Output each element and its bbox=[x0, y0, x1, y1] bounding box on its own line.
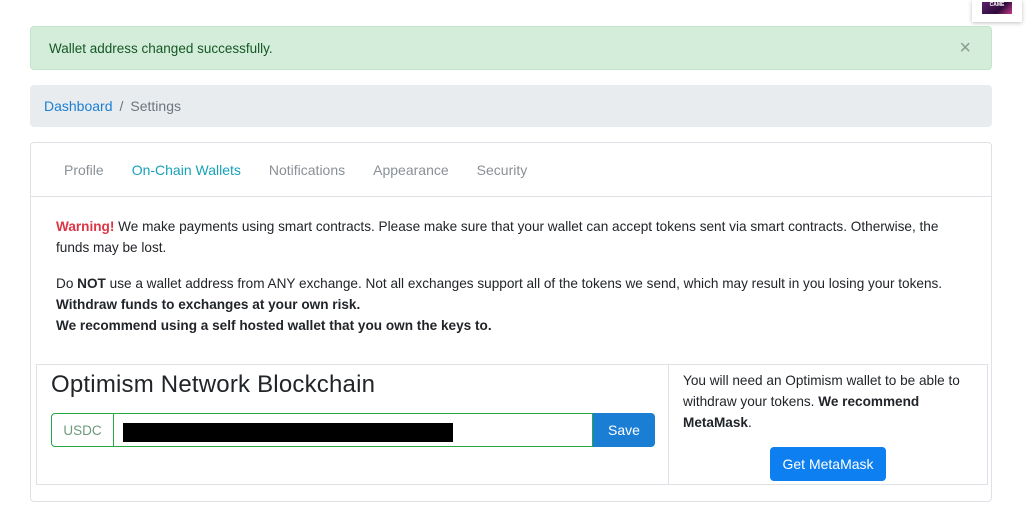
warning-text: We make payments using smart contracts. … bbox=[56, 219, 939, 255]
breadcrumb-current: Settings bbox=[130, 98, 181, 114]
tab-on-chain-wallets[interactable]: On-Chain Wallets bbox=[132, 162, 241, 178]
wallet-info: Warning! We make payments using smart co… bbox=[31, 197, 991, 336]
notice-do: Do bbox=[56, 276, 78, 291]
close-icon[interactable]: × bbox=[959, 38, 971, 58]
wallet-input-group: USDC Save bbox=[51, 413, 655, 447]
metamask-note-end: . bbox=[747, 415, 752, 430]
logo-text: CAME bbox=[989, 2, 1005, 8]
logo-image: CAME bbox=[982, 2, 1012, 14]
alert-message: Wallet address changed successfully. bbox=[49, 40, 273, 56]
metamask-panel: You will need an Optimism wallet to be a… bbox=[669, 365, 987, 484]
currency-prefix: USDC bbox=[51, 413, 113, 447]
get-metamask-button[interactable]: Get MetaMask bbox=[770, 447, 886, 481]
breadcrumb: Dashboard / Settings bbox=[30, 85, 992, 127]
notice-text: use a wallet address from ANY exchange. … bbox=[105, 276, 943, 291]
notice-risk-text: Withdraw funds to exchanges at your own … bbox=[56, 297, 361, 312]
metamask-note: You will need an Optimism wallet to be a… bbox=[683, 370, 973, 433]
redacted-address bbox=[123, 423, 453, 442]
tab-security[interactable]: Security bbox=[477, 162, 528, 178]
corner-logo: CAME bbox=[972, 0, 1022, 22]
success-alert: Wallet address changed successfully. × bbox=[30, 26, 992, 70]
chain-title: Optimism Network Blockchain bbox=[51, 371, 376, 398]
tab-appearance[interactable]: Appearance bbox=[373, 162, 449, 178]
warning-label: Warning! bbox=[56, 219, 115, 234]
notice-not: NOT bbox=[77, 276, 106, 291]
wallet-form: Optimism Network Blockchain USDC Save bbox=[37, 365, 669, 484]
breadcrumb-dashboard-link[interactable]: Dashboard bbox=[44, 98, 113, 114]
wallet-address-input[interactable] bbox=[113, 413, 593, 447]
notice-paragraph: Do NOT use a wallet address from ANY exc… bbox=[56, 273, 966, 336]
tab-notifications[interactable]: Notifications bbox=[269, 162, 345, 178]
notice-recommend-text: We recommend using a self hosted wallet … bbox=[56, 318, 492, 333]
breadcrumb-separator: / bbox=[119, 98, 124, 114]
wallet-panel: Optimism Network Blockchain USDC Save Yo… bbox=[36, 364, 988, 485]
settings-tabs: Profile On-Chain Wallets Notifications A… bbox=[31, 143, 991, 197]
tab-profile[interactable]: Profile bbox=[64, 162, 104, 178]
save-button[interactable]: Save bbox=[593, 413, 655, 447]
warning-paragraph: Warning! We make payments using smart co… bbox=[56, 216, 966, 258]
settings-card: Profile On-Chain Wallets Notifications A… bbox=[30, 142, 992, 502]
